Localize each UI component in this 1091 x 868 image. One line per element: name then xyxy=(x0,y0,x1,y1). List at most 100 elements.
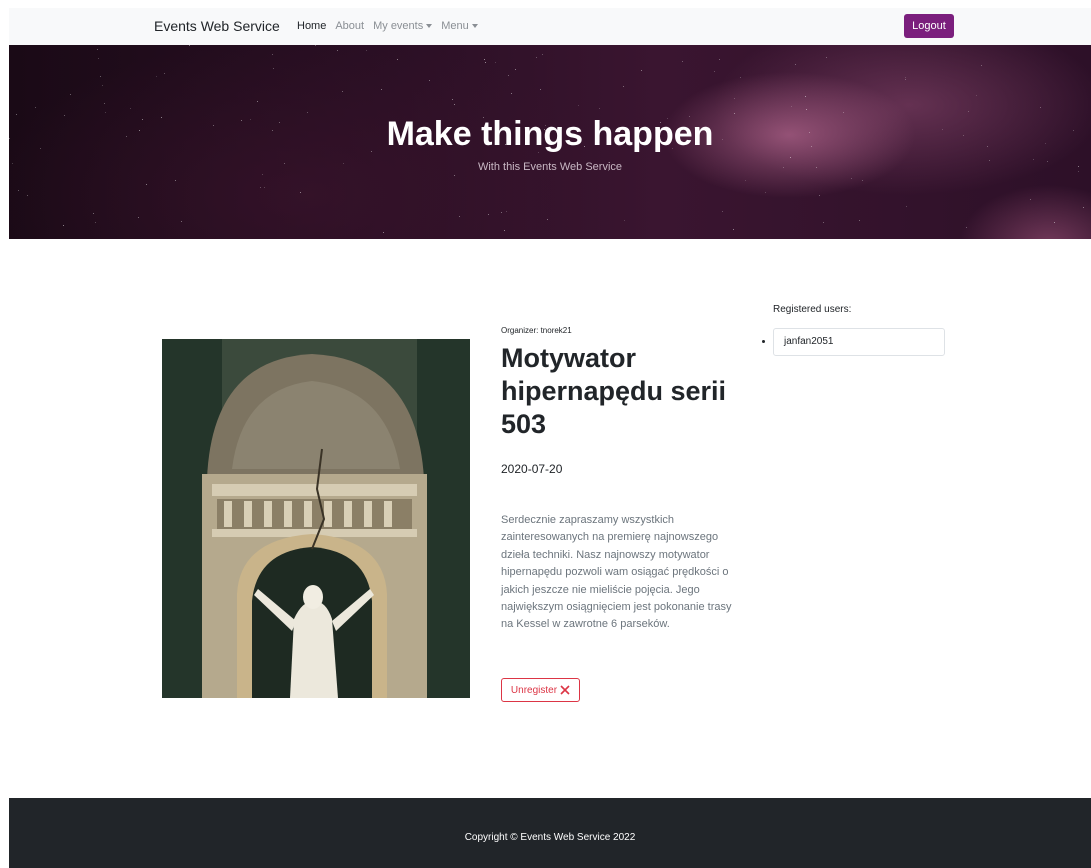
star-dot xyxy=(300,192,301,193)
star-dot xyxy=(862,180,863,181)
registered-users-label: Registered users: xyxy=(773,304,852,315)
star-dot xyxy=(452,99,453,100)
star-dot xyxy=(98,58,99,59)
star-dot xyxy=(843,112,844,113)
star-dot xyxy=(484,59,485,60)
star-dot xyxy=(859,220,860,221)
star-dot xyxy=(1054,222,1055,223)
star-dot xyxy=(342,91,343,92)
star-dot xyxy=(70,94,71,95)
nav-my-events-label: My events xyxy=(373,20,424,32)
star-dot xyxy=(264,187,265,188)
star-dot xyxy=(623,86,624,87)
star-dot xyxy=(485,62,486,63)
nav-menu-label: Menu xyxy=(441,20,469,32)
star-dot xyxy=(968,111,969,112)
star-dot xyxy=(102,85,103,86)
nav-home-link[interactable]: Home xyxy=(297,20,326,32)
star-dot xyxy=(826,57,827,58)
star-dot xyxy=(337,50,338,51)
star-dot xyxy=(156,76,157,77)
star-dot xyxy=(734,98,735,99)
event-description: Serdecznie zapraszamy wszystkich zainter… xyxy=(501,514,732,631)
star-dot xyxy=(164,73,165,74)
star-dot xyxy=(966,227,967,228)
star-dot xyxy=(981,65,982,66)
star-dot xyxy=(791,106,792,107)
star-dot xyxy=(976,95,977,96)
star-dot xyxy=(105,112,106,113)
star-dot xyxy=(906,206,907,207)
hero-banner: Make things happen With this Events Web … xyxy=(9,45,1091,239)
star-dot xyxy=(682,61,683,62)
star-dot xyxy=(381,89,382,90)
nav-about-label: About xyxy=(335,20,365,32)
star-dot xyxy=(257,101,258,102)
star-dot xyxy=(823,222,824,223)
star-dot xyxy=(175,180,176,181)
star-dot xyxy=(429,80,430,81)
star-dot xyxy=(508,75,509,76)
logout-button[interactable]: Logout xyxy=(904,14,954,38)
hero-subtitle: With this Events Web Service xyxy=(477,161,623,173)
star-dot xyxy=(511,93,512,94)
star-dot xyxy=(459,216,460,217)
star-dot xyxy=(104,103,105,104)
star-dot xyxy=(146,184,147,185)
footer: Copyright © Events Web Service 2022 xyxy=(9,798,1091,868)
star-dot xyxy=(307,112,308,113)
star-dot xyxy=(515,69,516,70)
registered-users-list: janfan2051 xyxy=(773,328,945,356)
footer-copyright: Copyright © Events Web Service 2022 xyxy=(464,832,636,843)
star-dot xyxy=(765,192,766,193)
star-dot xyxy=(805,96,806,97)
star-dot xyxy=(260,187,261,188)
star-dot xyxy=(35,107,36,108)
star-dot xyxy=(315,45,316,46)
star-dot xyxy=(272,54,273,55)
nav-my-events-dropdown[interactable]: My events xyxy=(373,20,433,32)
event-organizer: Organizer: tnorek21 xyxy=(501,326,572,335)
star-dot xyxy=(733,229,734,230)
star-dot xyxy=(93,213,94,214)
star-dot xyxy=(790,157,791,158)
star-dot xyxy=(905,77,906,78)
star-dot xyxy=(714,71,715,72)
event-title: Motywator hipernapędu serii 503 xyxy=(501,343,727,439)
star-dot xyxy=(27,195,28,196)
star-dot xyxy=(100,76,101,77)
event-date: 2020-07-20 xyxy=(501,462,563,476)
star-dot xyxy=(488,214,489,215)
nav-about-link[interactable]: About xyxy=(335,20,364,32)
unregister-button[interactable]: Unregister xyxy=(501,678,580,702)
star-dot xyxy=(454,104,455,105)
star-dot xyxy=(63,225,64,226)
star-dot xyxy=(1033,159,1034,160)
star-dot xyxy=(97,49,98,50)
star-dot xyxy=(495,62,496,63)
star-dot xyxy=(18,190,19,191)
star-dot xyxy=(536,57,537,58)
close-x-icon xyxy=(560,685,570,695)
star-dot xyxy=(138,217,139,218)
star-dot xyxy=(383,232,384,233)
star-dot xyxy=(1040,107,1041,108)
star-dot xyxy=(641,70,642,71)
star-dot xyxy=(504,230,505,231)
star-dot xyxy=(540,89,541,90)
unregister-label: Unregister xyxy=(510,684,558,696)
star-dot xyxy=(181,221,182,222)
star-dot xyxy=(501,212,502,213)
star-dot xyxy=(454,175,455,176)
navbar: Events Web Service Home About My events … xyxy=(9,8,1091,45)
star-dot xyxy=(905,79,906,80)
star-dot xyxy=(740,77,741,78)
nav-menu-dropdown[interactable]: Menu xyxy=(441,20,478,32)
caret-down-icon xyxy=(426,24,433,28)
star-dot xyxy=(130,108,131,109)
brand-link[interactable]: Events Web Service xyxy=(154,18,280,34)
event-image xyxy=(162,339,470,698)
nav-links: Home About My events Menu xyxy=(297,20,487,32)
star-dot xyxy=(599,108,600,109)
star-dot xyxy=(1083,207,1084,208)
